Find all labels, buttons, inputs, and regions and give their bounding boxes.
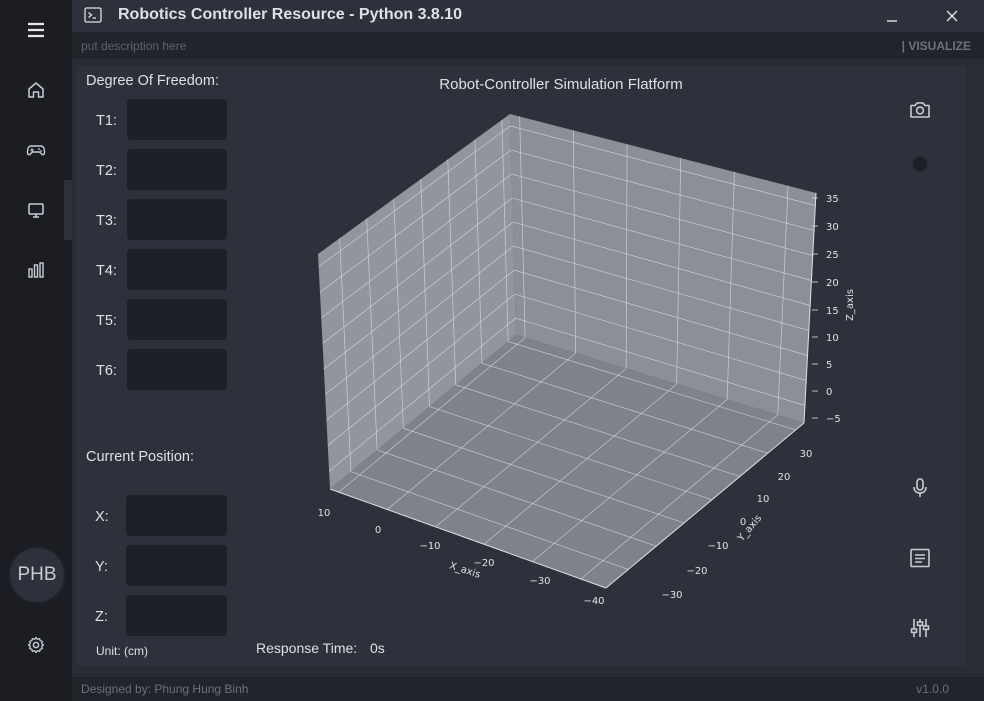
coord-field-y[interactable]	[126, 545, 227, 586]
plot-panel: Robot-Controller Simulation Flatform 10 0…	[252, 66, 870, 666]
nav-active-indicator	[64, 180, 72, 240]
joint-panel: Degree Of Freedom: T1: T2: T3: T4: T5: T…	[76, 66, 252, 666]
nav-controller-button[interactable]	[0, 120, 72, 180]
joint-field-t4[interactable]	[127, 249, 227, 290]
nav-statistics-button[interactable]	[0, 240, 72, 300]
y-tick-label: −10	[707, 541, 728, 552]
z-axis-label: Z_axis	[845, 289, 856, 321]
plot-3d-axes[interactable]: 10 0 −10 −20 −30 −40 30 20 10 0 −10 −20 −30 35 30 25 20 1…	[252, 66, 870, 666]
settings-button[interactable]	[0, 615, 72, 675]
footer: Designed by: Phung Hung Binh v1.0.0	[72, 675, 984, 701]
joint-label-t5: T5:	[96, 313, 117, 329]
sliders-icon	[910, 619, 930, 637]
dof-title: Degree Of Freedom:	[86, 73, 219, 89]
unit-label: Unit: (cm)	[96, 644, 148, 658]
avatar[interactable]: PHB	[8, 546, 66, 604]
camera-button[interactable]	[906, 96, 934, 124]
adjust-button[interactable]	[906, 614, 934, 642]
gamepad-icon	[26, 145, 46, 156]
x-tick-label: −10	[419, 541, 440, 552]
camera-icon	[910, 102, 930, 118]
title-bar[interactable]: Robotics Controller Resource - Python 3.…	[72, 0, 984, 32]
joint-label-t6: T6:	[96, 363, 117, 379]
record-dot-icon	[912, 156, 928, 172]
z-tick-label: 35	[826, 194, 839, 205]
coord-label-y: Y:	[95, 559, 108, 575]
coord-label-z: Z:	[95, 609, 108, 625]
z-tick-label: 30	[826, 222, 839, 233]
notes-icon	[910, 548, 930, 568]
nav-home-button[interactable]	[0, 60, 72, 120]
joint-label-t3: T3:	[96, 213, 117, 229]
content-area: Degree Of Freedom: T1: T2: T3: T4: T5: T…	[72, 60, 984, 674]
coord-label-x: X:	[95, 509, 109, 525]
bar-chart-icon	[28, 262, 44, 278]
footer-version: v1.0.0	[916, 682, 949, 696]
minimize-icon	[887, 20, 897, 22]
microphone-icon	[913, 478, 927, 497]
joint-field-t6[interactable]	[127, 349, 227, 390]
close-icon	[946, 10, 958, 22]
y-tick-label: 10	[757, 494, 770, 505]
response-time-value: 0s	[370, 640, 385, 656]
joint-field-t1[interactable]	[127, 99, 227, 140]
window-title: Robotics Controller Resource - Python 3.…	[118, 6, 463, 23]
notes-button[interactable]	[906, 544, 934, 572]
left-nav: PHB	[0, 0, 72, 701]
tool-panel	[870, 66, 966, 666]
close-button[interactable]	[930, 0, 974, 32]
y-tick-label: 20	[778, 472, 791, 483]
y-tick-label: −20	[686, 566, 707, 577]
footer-credit: Designed by: Phung Hung Binh	[81, 682, 249, 696]
z-tick-label: 10	[826, 333, 839, 344]
joint-label-t2: T2:	[96, 163, 117, 179]
description-bar: put description here | VISUALIZE	[72, 32, 984, 60]
z-tick-label: −5	[826, 414, 841, 425]
record-button[interactable]	[906, 150, 934, 178]
z-tick-label: 0	[826, 387, 832, 398]
joint-label-t4: T4:	[96, 263, 117, 279]
terminal-icon	[84, 7, 102, 23]
x-tick-label: −30	[529, 576, 550, 587]
coord-field-z[interactable]	[126, 595, 227, 636]
menu-button[interactable]	[0, 0, 72, 60]
z-tick-label: 5	[826, 360, 832, 371]
x-tick-label: 10	[318, 508, 331, 519]
z-tick-label: 15	[826, 306, 839, 317]
page-label: | VISUALIZE	[901, 39, 971, 53]
x-tick-label: −20	[473, 558, 494, 569]
joint-field-t3[interactable]	[127, 199, 227, 240]
home-icon	[28, 82, 44, 98]
gear-icon	[27, 636, 45, 654]
joint-field-t2[interactable]	[127, 149, 227, 190]
minimize-button[interactable]	[870, 0, 914, 32]
response-time-label: Response Time:	[256, 640, 358, 656]
y-tick-label: −30	[661, 590, 682, 601]
coord-field-x[interactable]	[126, 495, 227, 536]
avatar-initials: PHB	[17, 564, 57, 585]
x-tick-label: 0	[375, 525, 381, 536]
z-tick-label: 20	[826, 278, 839, 289]
menu-icon	[28, 22, 44, 38]
joint-label-t1: T1:	[96, 113, 117, 129]
description-text: put description here	[81, 39, 187, 53]
position-title: Current Position:	[86, 449, 194, 465]
joint-field-t5[interactable]	[127, 299, 227, 340]
monitor-icon	[28, 203, 44, 218]
y-tick-label: 30	[800, 449, 813, 460]
nav-visualize-button[interactable]	[0, 180, 72, 240]
x-tick-label: −40	[583, 596, 604, 607]
microphone-button[interactable]	[906, 474, 934, 502]
z-tick-label: 25	[826, 250, 839, 261]
